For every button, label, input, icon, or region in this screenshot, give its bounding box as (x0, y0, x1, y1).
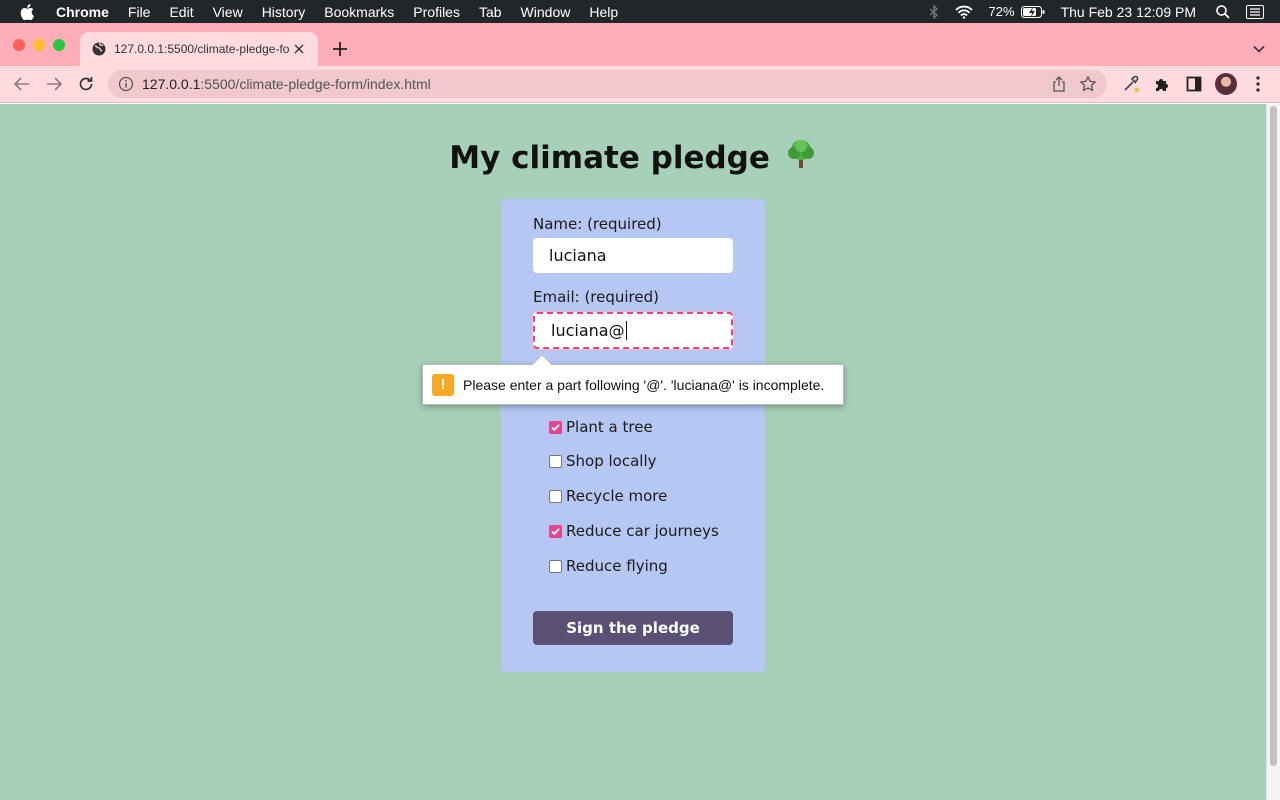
pledge-option[interactable]: Recycle more (549, 487, 667, 505)
share-icon[interactable] (1051, 76, 1067, 92)
back-arrow-icon[interactable] (13, 75, 31, 93)
pledge-option[interactable]: Shop locally (549, 452, 657, 470)
scrollbar-thumb[interactable] (1270, 106, 1277, 766)
globe-icon (92, 42, 106, 56)
pledge-option-label: Recycle more (566, 487, 668, 505)
name-label: Name: (required) (533, 215, 662, 233)
pledge-checkbox[interactable] (549, 559, 562, 573)
page-viewport: My climate pledge Name: (required) lucia… (0, 104, 1266, 800)
name-input[interactable]: luciana (533, 238, 733, 273)
browser-tab-active[interactable]: 127.0.0.1:5500/climate-pledge-form/index… (80, 32, 318, 66)
forward-arrow-icon[interactable] (45, 75, 63, 93)
window-close-button[interactable] (13, 39, 25, 51)
tab-strip: 127.0.0.1:5500/climate-pledge-form/index… (0, 23, 1280, 66)
menu-tab[interactable]: Tab (479, 4, 502, 20)
pledge-checkbox[interactable] (549, 524, 562, 538)
email-input-value: luciana@ (551, 321, 625, 340)
menu-app-name[interactable]: Chrome (56, 4, 109, 20)
eyedropper-extension-icon[interactable] (1122, 75, 1140, 93)
email-input[interactable]: luciana@ (533, 312, 733, 349)
tab-title: 127.0.0.1:5500/climate-pledge-form/index… (114, 42, 290, 56)
menu-help[interactable]: Help (589, 4, 618, 20)
pledge-option[interactable]: Plant a tree (549, 418, 653, 436)
menu-clock[interactable]: Thu Feb 23 12:09 PM (1061, 4, 1196, 20)
address-url: 127.0.0.1:5500/climate-pledge-form/index… (142, 76, 431, 92)
window-minimize-button[interactable] (33, 39, 45, 51)
menu-profiles[interactable]: Profiles (413, 4, 460, 20)
pledge-option-label: Plant a tree (566, 418, 653, 436)
bluetooth-icon[interactable] (929, 4, 939, 19)
wifi-icon[interactable] (954, 5, 973, 19)
bookmark-star-icon[interactable] (1079, 75, 1097, 93)
reload-icon[interactable] (77, 75, 95, 93)
browser-toolbar: 127.0.0.1:5500/climate-pledge-form/index… (0, 66, 1280, 103)
name-input-value: luciana (549, 246, 607, 265)
menu-file[interactable]: File (128, 4, 151, 20)
validation-tooltip: ! Please enter a part following '@'. 'lu… (422, 354, 844, 405)
page-heading-text: My climate pledge (449, 140, 770, 176)
deciduous-tree-icon (785, 138, 817, 170)
chrome-menu-kebab-icon[interactable] (1249, 75, 1267, 93)
address-path: :5500/climate-pledge-form/index.html (200, 76, 431, 92)
control-center-icon[interactable] (1246, 4, 1264, 19)
menu-edit[interactable]: Edit (169, 4, 193, 20)
pledge-option[interactable]: Reduce car journeys (549, 522, 719, 540)
address-bar[interactable]: 127.0.0.1:5500/climate-pledge-form/index… (108, 70, 1107, 98)
text-caret (625, 321, 627, 340)
extensions-puzzle-icon[interactable] (1153, 75, 1171, 93)
menu-bookmarks[interactable]: Bookmarks (324, 4, 394, 20)
pledge-option-label: Reduce flying (566, 557, 668, 575)
apple-icon[interactable] (20, 3, 36, 20)
window-fullscreen-button[interactable] (53, 39, 65, 51)
pledge-checkbox[interactable] (549, 420, 562, 434)
email-label: Email: (required) (533, 288, 659, 306)
pledge-option-label: Reduce car journeys (566, 522, 719, 540)
menu-bar: Chrome File Edit View History Bookmarks … (0, 0, 1280, 23)
battery-icon[interactable] (1020, 5, 1045, 18)
tab-close-icon[interactable] (292, 42, 306, 56)
validation-message: Please enter a part following '@'. 'luci… (463, 376, 825, 393)
address-host: 127.0.0.1 (142, 76, 201, 92)
site-info-icon[interactable] (118, 76, 134, 92)
pledge-form: Name: (required) luciana Email: (require… (501, 199, 765, 672)
sign-pledge-button[interactable]: Sign the pledge (533, 611, 733, 645)
pledge-checkbox[interactable] (549, 489, 562, 503)
tab-search-chevron-down-icon[interactable] (1252, 42, 1266, 56)
pledge-option-label: Shop locally (566, 452, 657, 470)
new-tab-plus-icon[interactable] (330, 39, 350, 59)
page-heading: My climate pledge (0, 138, 1266, 176)
pledge-checkbox[interactable] (549, 454, 562, 468)
side-panel-icon[interactable] (1185, 75, 1203, 93)
page-scrollbar[interactable] (1266, 104, 1280, 800)
menu-window[interactable]: Window (521, 4, 571, 20)
spotlight-search-icon[interactable] (1216, 4, 1230, 19)
menu-view[interactable]: View (213, 4, 243, 20)
battery-percent: 72% (988, 4, 1015, 19)
menu-history[interactable]: History (262, 4, 306, 20)
profile-avatar[interactable] (1215, 73, 1237, 95)
pledge-option[interactable]: Reduce flying (549, 557, 668, 575)
warning-icon: ! (432, 373, 454, 396)
